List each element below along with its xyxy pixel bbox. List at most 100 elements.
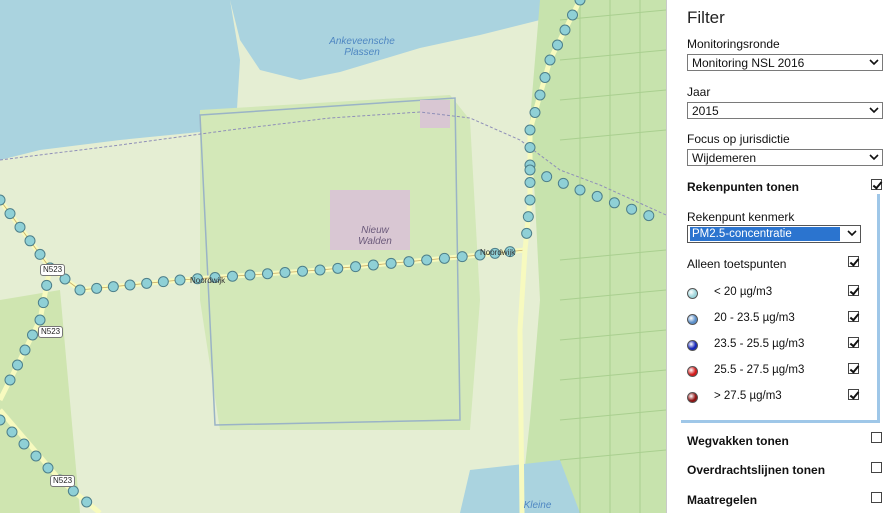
rekenpunt-marker[interactable] [244, 269, 256, 281]
kenmerk-label: Rekenpunt kenmerk [687, 210, 795, 224]
built-up-area-north [420, 100, 450, 128]
rekenpunt-marker[interactable] [67, 485, 79, 497]
wegvakken-checkbox[interactable] [871, 432, 882, 443]
rekenpunt-marker[interactable] [544, 54, 556, 66]
panel-title: Filter [687, 8, 725, 27]
rekenpunt-marker[interactable] [557, 177, 569, 189]
rekenpunt-marker[interactable] [81, 496, 93, 508]
rekenpunt-marker[interactable] [74, 284, 86, 296]
rekenpunt-marker[interactable] [524, 124, 536, 136]
rekenpunt-marker[interactable] [529, 107, 541, 118]
rekenpunt-marker[interactable] [524, 177, 536, 188]
rekenpunt-marker[interactable] [524, 164, 536, 176]
overdracht-checkbox[interactable] [871, 462, 882, 473]
rekenpunt-marker[interactable] [141, 277, 153, 289]
rekenpunt-marker[interactable] [559, 24, 571, 36]
legend-label: 23.5 - 25.5 µg/m3 [714, 338, 805, 350]
rekenpunt-marker[interactable] [41, 279, 53, 291]
overdracht-label: Overdrachtslijnen tonen [687, 463, 826, 477]
rekenpunt-marker[interactable] [385, 257, 397, 269]
rekenpunt-marker[interactable] [12, 359, 23, 371]
maatregelen-checkbox[interactable] [871, 492, 882, 503]
rekenpunt-marker[interactable] [522, 211, 534, 223]
rekenpunt-marker[interactable] [18, 438, 30, 450]
focus-value: Wijdemeren [692, 151, 757, 165]
rekenpunt-marker[interactable] [124, 279, 136, 291]
rekenpunt-marker[interactable] [27, 329, 38, 341]
rekenpunt-marker[interactable] [19, 344, 31, 356]
rekenpunt-marker[interactable] [403, 256, 415, 268]
road-name-noordwijk: Noordwijk [190, 276, 226, 285]
rekenpunt-marker[interactable] [91, 282, 103, 294]
rekenpunt-marker[interactable] [521, 227, 533, 239]
rekenpunt-marker[interactable] [350, 261, 362, 273]
road-shield-n523: N523 [38, 326, 64, 338]
legend-checkbox[interactable] [848, 389, 859, 400]
rekenpunten-checkbox[interactable] [871, 179, 882, 190]
toetspunten-checkbox[interactable] [848, 256, 859, 267]
toetspunten-label: Alleen toetspunten [687, 257, 787, 271]
rekenpunt-marker[interactable] [34, 314, 46, 326]
label-kleine: Kleine [523, 500, 552, 511]
focus-select[interactable]: Wijdemeren [687, 149, 883, 166]
rekenpunt-marker[interactable] [534, 89, 546, 101]
maatregelen-label: Maatregelen [687, 493, 758, 507]
map-canvas[interactable] [0, 0, 666, 513]
rekenpunt-marker[interactable] [34, 248, 46, 260]
legend-label: 25.5 - 27.5 µg/m3 [714, 364, 805, 376]
rekenpunt-marker[interactable] [30, 450, 42, 462]
chevron-down-icon [869, 107, 879, 114]
rekenpunt-marker[interactable] [367, 259, 379, 271]
polder-nieuw-walden [200, 95, 480, 430]
monitoringsronde-select[interactable]: Monitoring NSL 2016 [687, 54, 883, 71]
chevron-down-icon [847, 230, 857, 237]
rekenpunt-marker[interactable] [4, 374, 16, 386]
label-nieuw-walden: Nieuw Walden [358, 225, 392, 247]
rekenpunt-marker[interactable] [297, 265, 308, 277]
map-view[interactable]: Ankeveensche Plassen Nieuw Walden Kleine N… [0, 0, 666, 513]
road-shield-n523: N523 [40, 264, 66, 276]
rekenpunt-marker[interactable] [174, 274, 186, 286]
rekenpunt-marker[interactable] [421, 254, 433, 266]
rekenpunt-marker[interactable] [524, 142, 536, 153]
rekenpunt-marker[interactable] [37, 297, 49, 309]
rekenpunt-marker[interactable] [227, 270, 238, 282]
kenmerk-value: PM2.5-concentratie [690, 227, 840, 241]
jaar-value: 2015 [692, 104, 719, 118]
legend-checkbox[interactable] [848, 337, 859, 348]
road-name-noordwijk: Noordwijk [480, 248, 516, 257]
legend-checkbox[interactable] [848, 363, 859, 374]
rekenpunt-marker[interactable] [4, 208, 16, 220]
legend-checkbox[interactable] [848, 311, 859, 322]
rekenpunt-marker[interactable] [24, 235, 36, 247]
rekenpunt-marker[interactable] [14, 221, 26, 233]
rekenpunt-marker[interactable] [567, 9, 578, 21]
rekenpunt-marker[interactable] [552, 39, 563, 51]
rekenpunt-marker[interactable] [107, 281, 119, 293]
rekenpunt-marker[interactable] [608, 197, 620, 209]
rekenpunt-marker[interactable] [541, 171, 553, 183]
legend-dot-icon [687, 288, 698, 299]
rekenpunt-marker[interactable] [314, 264, 326, 276]
rekenpunt-marker[interactable] [42, 462, 54, 474]
rekenpunt-marker[interactable] [591, 190, 603, 202]
rekenpunt-marker[interactable] [643, 210, 655, 222]
road-shield-n523: N523 [50, 475, 76, 487]
rekenpunt-marker[interactable] [6, 426, 18, 438]
rekenpunt-marker[interactable] [157, 276, 169, 288]
label-ankeveensche-plassen: Ankeveensche Plassen [329, 36, 395, 58]
rekenpunt-marker[interactable] [279, 267, 291, 278]
legend-checkbox[interactable] [848, 285, 859, 296]
legend-dot-icon [687, 314, 698, 325]
rekenpunt-marker[interactable] [626, 203, 638, 215]
rekenpunt-marker[interactable] [332, 262, 344, 274]
rekenpunt-marker[interactable] [574, 184, 586, 196]
kenmerk-select[interactable]: PM2.5-concentratie [687, 225, 861, 243]
jaar-select[interactable]: 2015 [687, 102, 883, 119]
rekenpunt-marker[interactable] [524, 194, 536, 206]
legend-dot-icon [687, 392, 698, 403]
rekenpunt-marker[interactable] [539, 72, 551, 83]
rekenpunt-marker[interactable] [438, 252, 450, 264]
rekenpunt-marker[interactable] [456, 251, 468, 263]
rekenpunt-marker[interactable] [262, 268, 273, 280]
